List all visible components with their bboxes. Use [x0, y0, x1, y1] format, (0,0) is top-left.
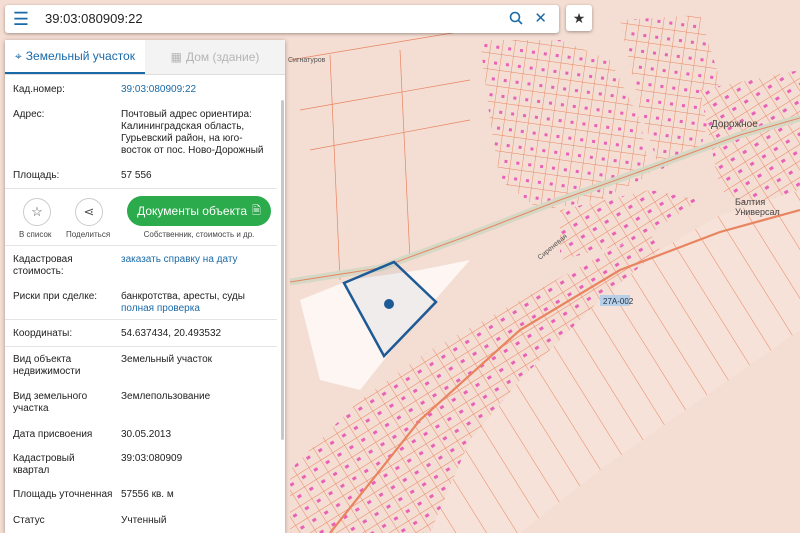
cadastral-quarter-label: Кадастровый квартал: [13, 453, 75, 476]
documents-subtitle: Собственник, стоимость и др.: [143, 230, 255, 239]
object-type-label: Вид объекта недвижимости: [13, 354, 81, 377]
precise-area-label: Площадь уточненная: [13, 489, 113, 500]
tab-label: Дом (здание): [185, 50, 260, 64]
menu-icon[interactable]: ☰: [5, 5, 37, 33]
map-label-shop-2: Универсал: [735, 207, 780, 217]
area-value: 57 556: [121, 170, 152, 181]
cadastral-quarter-value: 39:03:080909: [121, 453, 183, 464]
tab-building[interactable]: ▦ Дом (здание): [145, 40, 285, 74]
order-certificate-link[interactable]: заказать справку на дату: [121, 254, 277, 266]
address-value: Почтовый адрес ориентира: Калининградска…: [121, 109, 264, 156]
tab-land-plot[interactable]: ⌖ Земельный участок: [5, 40, 145, 74]
close-icon[interactable]: ✕: [534, 9, 547, 27]
coordinates-label: Координаты:: [13, 328, 73, 339]
star-outline-icon: ☆: [31, 204, 43, 219]
object-type-value: Земельный участок: [121, 354, 213, 365]
search-input[interactable]: 39:03:080909:22: [45, 11, 143, 26]
coordinates-value: 54.637434, 20.493532: [121, 328, 222, 339]
document-icon: 🗎: [252, 204, 261, 217]
save-to-list-button[interactable]: ☆: [23, 198, 51, 226]
map-label-street-2: Сигнатуров: [288, 57, 326, 64]
risks-value: банкротства, аресты, суды полная проверка: [121, 291, 277, 315]
map-label-road: 27А-002: [603, 297, 634, 306]
save-to-list-label: В список: [19, 230, 52, 239]
search-bar[interactable]: ☰ 39:03:080909:22 ✕: [5, 5, 559, 33]
assignment-date-label: Дата присвоения: [13, 429, 93, 440]
divider: [5, 245, 277, 246]
search-icon[interactable]: [509, 11, 523, 25]
status-label: Статус: [13, 515, 45, 526]
object-documents-button[interactable]: Документы объекта 🗎: [127, 196, 271, 226]
status-value: Учтенный: [121, 515, 167, 526]
cadastral-cost-label: Кадастровая стоимость:: [13, 254, 73, 277]
full-check-link[interactable]: полная проверка: [121, 303, 277, 315]
address-label: Адрес:: [13, 109, 45, 120]
star-icon[interactable]: ★: [566, 5, 592, 31]
divider: [5, 319, 277, 320]
share-button[interactable]: ⋖: [75, 198, 103, 226]
divider: [5, 188, 277, 189]
share-label: Поделиться: [66, 230, 111, 239]
panel-scrollbar[interactable]: [281, 100, 284, 440]
share-icon: ⋖: [83, 204, 95, 219]
map-label-village: Дорожное: [711, 119, 758, 130]
tab-label: Земельный участок: [25, 49, 135, 63]
area-label: Площадь:: [13, 170, 60, 181]
land-kind-label: Вид земельного участка: [13, 391, 88, 414]
assignment-date-value: 30.05.2013: [121, 429, 172, 440]
cad-number-link[interactable]: 39:03:080909:22: [121, 84, 277, 96]
divider: [5, 346, 277, 347]
building-icon: ▦: [170, 50, 182, 64]
info-panel: ⌖ Земельный участок ▦ Дом (здание) Кад.н…: [5, 40, 285, 533]
land-pin-icon: ⌖: [15, 48, 22, 63]
risks-label: Риски при сделке:: [13, 291, 98, 302]
cad-number-label: Кад.номер:: [13, 84, 65, 95]
land-kind-value: Землепользование: [121, 391, 211, 402]
precise-area-value: 57556 кв. м: [121, 489, 174, 500]
tab-bar: ⌖ Земельный участок ▦ Дом (здание): [5, 40, 285, 75]
map-label-shop-1: Балтия: [735, 197, 765, 207]
